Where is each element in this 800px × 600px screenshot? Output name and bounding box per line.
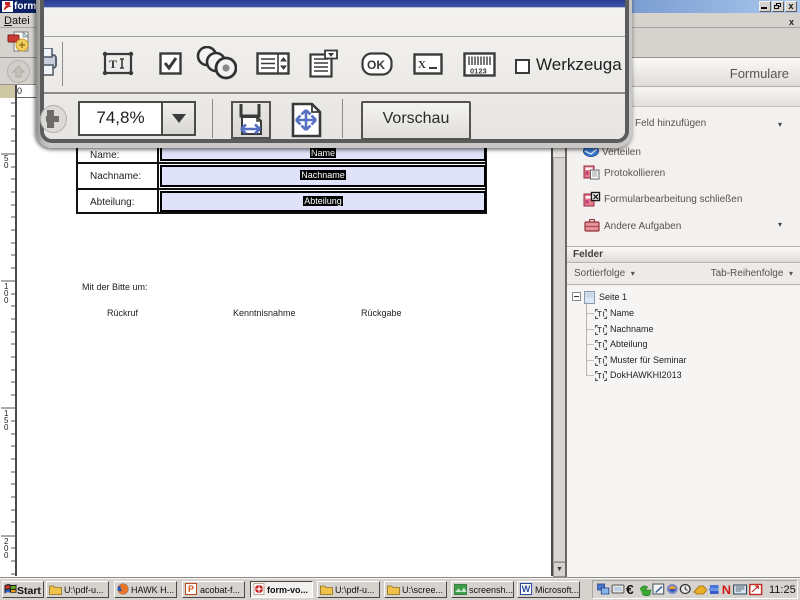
svg-text:X: X xyxy=(418,59,426,71)
svg-text:€: € xyxy=(626,583,634,596)
svg-text:OK: OK xyxy=(367,58,385,72)
svg-text:T: T xyxy=(109,57,117,71)
svg-text:N: N xyxy=(722,583,731,596)
svg-text:0123: 0123 xyxy=(470,67,487,76)
